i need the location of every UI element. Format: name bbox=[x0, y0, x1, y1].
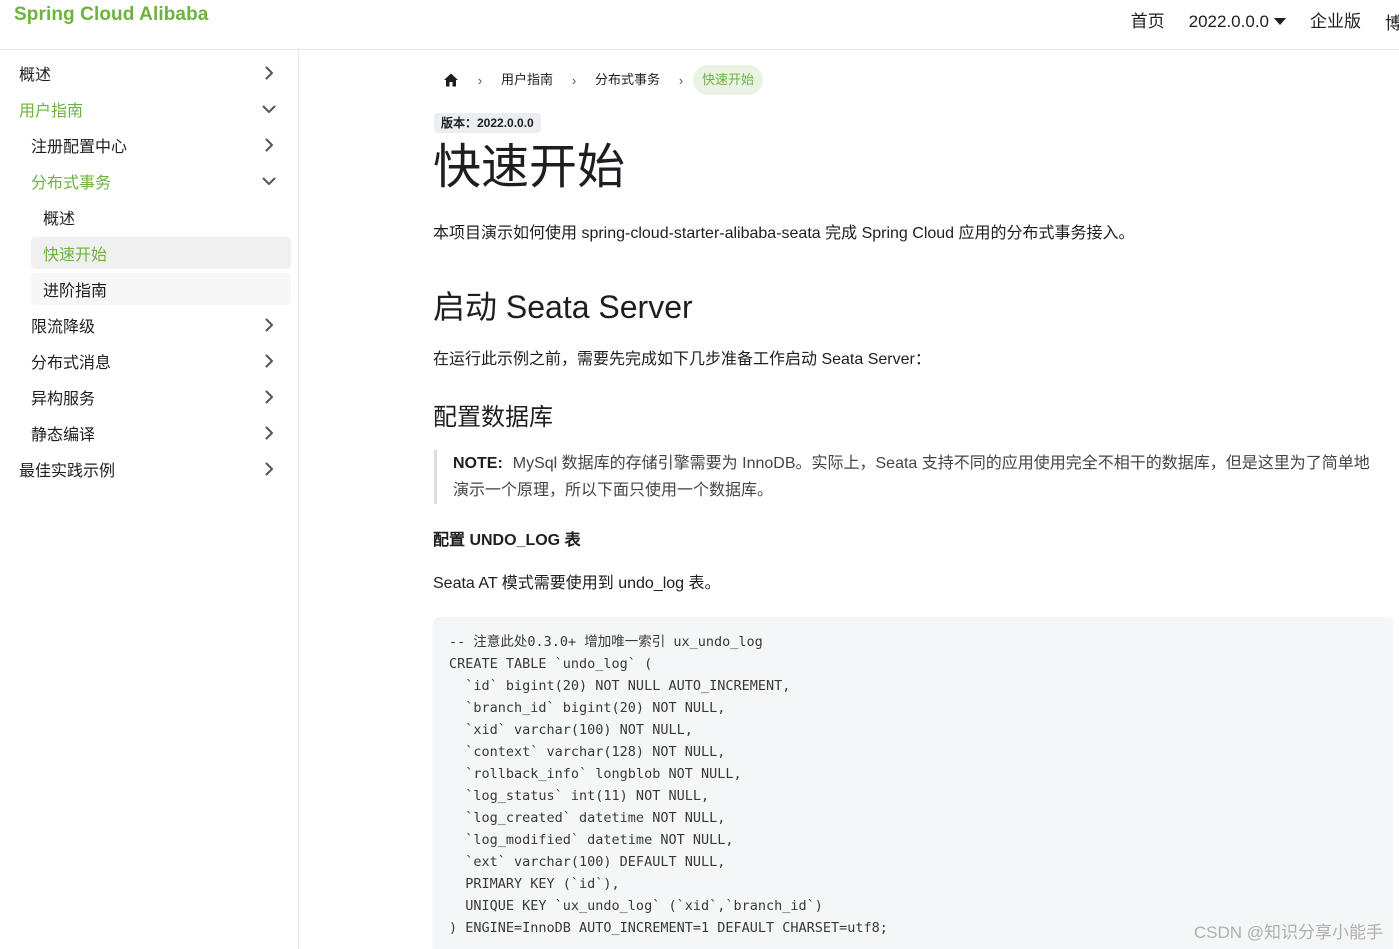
breadcrumb-separator-icon: › bbox=[678, 72, 684, 88]
sidebar-item-rate-limit[interactable]: 限流降级 bbox=[20, 309, 291, 341]
sidebar-item-label: 分布式消息 bbox=[31, 355, 112, 372]
sidebar-item-label: 异构服务 bbox=[31, 391, 96, 408]
section-paragraph: 在运行此示例之前，需要先完成如下几步准备工作启动 Seata Server： bbox=[433, 351, 931, 368]
nav-blog-link[interactable]: 博 bbox=[1385, 9, 1399, 34]
sidebar-item-label: 注册配置中心 bbox=[31, 139, 128, 156]
sql-code-block: -- 注意此处0.3.0+ 增加唯一索引 ux_undo_log CREATE … bbox=[433, 617, 1393, 949]
breadcrumb-current: 快速开始 bbox=[693, 65, 764, 95]
note-text: MySql 数据库的存储引擎需要为 InnoDB。实际上，Seata 支持不同的… bbox=[453, 455, 1370, 499]
chevron-right-icon[interactable] bbox=[261, 353, 277, 369]
watermark: CSDN @知识分享小能手 bbox=[1193, 923, 1383, 942]
chevron-right-icon[interactable] bbox=[261, 65, 277, 81]
sidebar-item-label: 概述 bbox=[43, 211, 76, 228]
chevron-right-icon[interactable] bbox=[261, 425, 277, 441]
chevron-down-icon[interactable] bbox=[261, 173, 277, 189]
doc-content: › 用户指南 › 分布式事务 › 快速开始 版本：2022.0.0.0 快速开始… bbox=[300, 51, 1399, 949]
chevron-right-icon[interactable] bbox=[261, 317, 277, 333]
nav-home-link[interactable]: 首页 bbox=[1131, 11, 1165, 33]
subsection-heading: 配置数据库 bbox=[433, 404, 553, 431]
sidebar-item-quick-start[interactable]: 快速开始 bbox=[31, 237, 291, 269]
caret-down-icon bbox=[1274, 18, 1286, 25]
chevron-down-icon[interactable] bbox=[261, 101, 277, 117]
version-dropdown[interactable]: 2022.0.0.0 bbox=[1189, 11, 1286, 33]
sidebar-item-overview[interactable]: 概述 bbox=[8, 57, 291, 89]
top-navbar: Spring Cloud Alibaba 首页 2022.0.0.0 企业版 博 bbox=[0, 0, 1399, 50]
sidebar-item-label: 快速开始 bbox=[43, 247, 108, 264]
sidebar: 概述 用户指南 注册配置中心 分布式事务 概述 快速开始 进阶指南 限流降级 分… bbox=[0, 51, 299, 949]
breadcrumb-separator-icon: › bbox=[571, 72, 577, 88]
intro-paragraph: 本项目演示如何使用 spring-cloud-starter-alibaba-s… bbox=[433, 225, 1135, 242]
sidebar-item-label: 静态编译 bbox=[31, 427, 96, 444]
chevron-right-icon[interactable] bbox=[261, 461, 277, 477]
chevron-right-icon[interactable] bbox=[261, 137, 277, 153]
sidebar-item-advanced-guide[interactable]: 进阶指南 bbox=[31, 273, 291, 305]
sidebar-item-label: 分布式事务 bbox=[31, 175, 112, 192]
section-heading: 启动 Seata Server bbox=[433, 289, 693, 325]
breadcrumb-user-guide[interactable]: 用户指南 bbox=[492, 65, 562, 95]
undo-log-paragraph: Seata AT 模式需要使用到 undo_log 表。 bbox=[433, 575, 721, 592]
home-icon[interactable] bbox=[434, 65, 468, 95]
sidebar-item-label: 最佳实践示例 bbox=[19, 463, 116, 480]
sidebar-item-tx-overview[interactable]: 概述 bbox=[31, 201, 291, 233]
undo-log-heading: 配置 UNDO_LOG 表 bbox=[433, 532, 581, 549]
sidebar-item-distributed-transaction[interactable]: 分布式事务 bbox=[20, 165, 291, 197]
sidebar-item-label: 进阶指南 bbox=[43, 283, 108, 300]
sidebar-item-static-compile[interactable]: 静态编译 bbox=[20, 417, 291, 449]
breadcrumb-separator-icon: › bbox=[477, 72, 483, 88]
page-title: 快速开始 bbox=[433, 141, 626, 194]
sidebar-item-user-guide[interactable]: 用户指南 bbox=[8, 93, 291, 125]
sidebar-item-label: 概述 bbox=[19, 67, 52, 84]
version-badge: 版本：2022.0.0.0 bbox=[434, 113, 541, 133]
note-blockquote: NOTE: MySql 数据库的存储引擎需要为 InnoDB。实际上，Seata … bbox=[434, 450, 1374, 504]
sidebar-item-messaging[interactable]: 分布式消息 bbox=[20, 345, 291, 377]
nav-blog-label: 博 bbox=[1385, 14, 1399, 33]
chevron-right-icon[interactable] bbox=[261, 389, 277, 405]
breadcrumb-distributed-transaction[interactable]: 分布式事务 bbox=[586, 65, 669, 95]
note-label: NOTE: bbox=[453, 455, 503, 472]
version-dropdown-label: 2022.0.0.0 bbox=[1188, 11, 1269, 31]
sidebar-item-registry-config[interactable]: 注册配置中心 bbox=[20, 129, 291, 161]
sidebar-item-best-practices[interactable]: 最佳实践示例 bbox=[8, 453, 291, 485]
nav-enterprise-link[interactable]: 企业版 bbox=[1310, 11, 1361, 33]
brand-logo-text[interactable]: Spring Cloud Alibaba bbox=[14, 4, 208, 26]
breadcrumb: › 用户指南 › 分布式事务 › 快速开始 bbox=[434, 64, 764, 96]
navbar-items: 首页 2022.0.0.0 企业版 博 bbox=[1107, 9, 1399, 34]
sidebar-item-heterogeneous[interactable]: 异构服务 bbox=[20, 381, 291, 413]
sidebar-item-label: 用户指南 bbox=[19, 103, 84, 120]
sidebar-item-label: 限流降级 bbox=[31, 319, 96, 336]
